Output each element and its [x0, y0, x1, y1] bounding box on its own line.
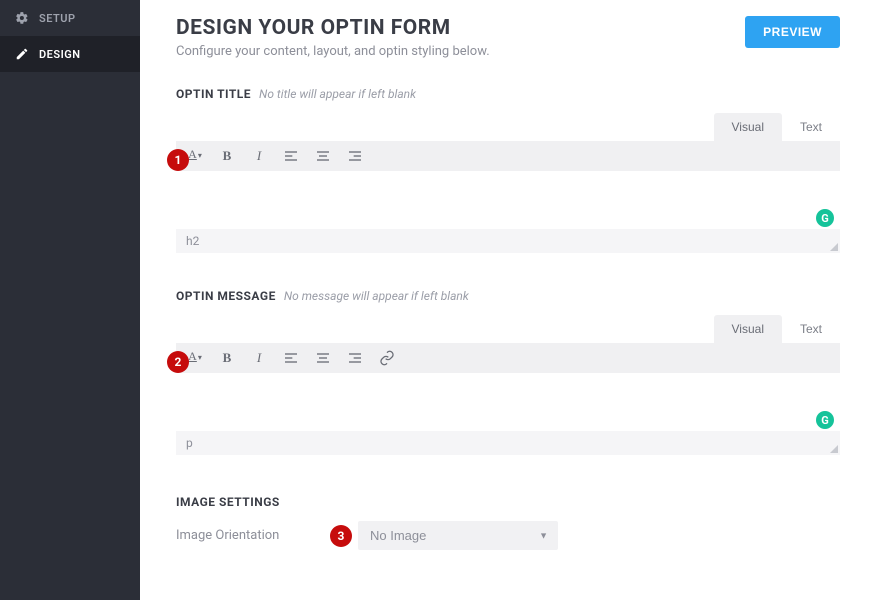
optin-message-status: p — [176, 431, 840, 455]
tab-text[interactable]: Text — [782, 315, 840, 343]
align-right-icon[interactable] — [346, 147, 364, 165]
align-right-icon[interactable] — [346, 349, 364, 367]
main-content: DESIGN YOUR OPTIN FORM Configure your co… — [140, 0, 880, 600]
tab-visual[interactable]: Visual — [714, 315, 782, 343]
optin-message-textarea[interactable] — [176, 373, 840, 431]
annotation-marker-3: 3 — [330, 525, 352, 547]
page-title: DESIGN YOUR OPTIN FORM — [176, 16, 490, 40]
tab-text[interactable]: Text — [782, 113, 840, 141]
annotation-marker-1: 1 — [167, 149, 189, 171]
italic-icon[interactable]: I — [250, 147, 268, 165]
image-orientation-select[interactable]: No Image — [358, 521, 558, 550]
image-settings-label: IMAGE SETTINGS — [176, 495, 840, 509]
grammarly-icon[interactable]: G — [816, 411, 834, 429]
optin-message-section: OPTIN MESSAGE No message will appear if … — [176, 289, 840, 455]
optin-message-hint: No message will appear if left blank — [284, 289, 469, 303]
optin-title-status: h2 — [176, 229, 840, 253]
editor-toolbar: A▾ B I — [176, 141, 840, 171]
bold-icon[interactable]: B — [218, 147, 236, 165]
design-icon — [15, 47, 29, 61]
image-settings-section: IMAGE SETTINGS Image Orientation 3 No Im… — [176, 495, 840, 550]
resize-grip-icon[interactable] — [828, 241, 838, 251]
sidebar-item-setup[interactable]: SETUP — [0, 0, 140, 36]
optin-title-editor: Visual Text A▾ B I G h2 — [176, 113, 840, 253]
resize-grip-icon[interactable] — [828, 443, 838, 453]
sidebar-item-label: SETUP — [39, 12, 76, 25]
align-center-icon[interactable] — [314, 147, 332, 165]
preview-button[interactable]: PREVIEW — [745, 16, 840, 48]
italic-icon[interactable]: I — [250, 349, 268, 367]
sidebar-item-design[interactable]: DESIGN — [0, 36, 140, 72]
grammarly-icon[interactable]: G — [816, 209, 834, 227]
optin-title-textarea[interactable] — [176, 171, 840, 229]
optin-title-label: OPTIN TITLE — [176, 87, 251, 101]
optin-message-label: OPTIN MESSAGE — [176, 289, 276, 303]
link-icon[interactable] — [378, 349, 396, 367]
align-left-icon[interactable] — [282, 349, 300, 367]
align-left-icon[interactable] — [282, 147, 300, 165]
sidebar: SETUP DESIGN — [0, 0, 140, 600]
image-orientation-label: Image Orientation — [176, 528, 296, 543]
tab-visual[interactable]: Visual — [714, 113, 782, 141]
bold-icon[interactable]: B — [218, 349, 236, 367]
editor-toolbar: A▾ B I — [176, 343, 840, 373]
sidebar-item-label: DESIGN — [39, 48, 81, 61]
page-subtitle: Configure your content, layout, and opti… — [176, 44, 490, 59]
editor-status-text: h2 — [186, 234, 199, 248]
gear-icon — [15, 11, 29, 25]
optin-title-section: OPTIN TITLE No title will appear if left… — [176, 87, 840, 253]
editor-status-text: p — [186, 436, 193, 450]
optin-title-hint: No title will appear if left blank — [259, 87, 416, 101]
optin-message-editor: Visual Text A▾ B I G p — [176, 315, 840, 455]
annotation-marker-2: 2 — [167, 351, 189, 373]
align-center-icon[interactable] — [314, 349, 332, 367]
